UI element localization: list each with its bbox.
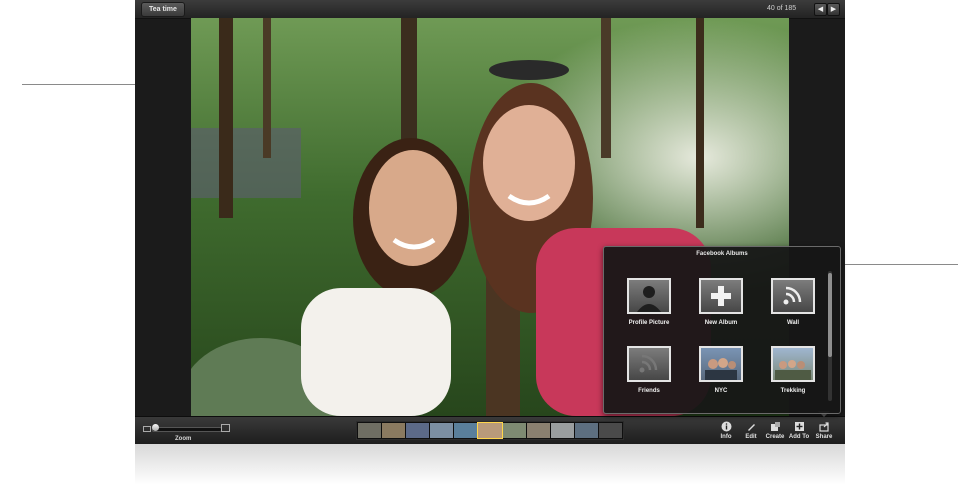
zoom-slider[interactable]	[152, 427, 222, 432]
callout-line-left	[22, 84, 142, 85]
filmstrip-thumbnail[interactable]	[430, 423, 454, 438]
add-to-button[interactable]: Add To	[787, 421, 811, 440]
filmstrip-thumbnail[interactable]	[526, 423, 550, 438]
filmstrip-thumbnail[interactable]	[454, 423, 478, 438]
callout-line-right	[840, 264, 958, 265]
popover-scrollbar-thumb[interactable]	[828, 273, 832, 357]
right-arrow-icon: ▶	[830, 6, 837, 13]
filmstrip-thumbnail-selected[interactable]	[477, 422, 503, 439]
top-toolbar: Tea time 40 of 185 ◀ ▶	[135, 0, 845, 19]
zoom-in-icon[interactable]	[221, 424, 230, 432]
event-name-button[interactable]: Tea time	[141, 2, 185, 17]
create-icon	[770, 422, 780, 431]
album-new-album[interactable]: New Album	[692, 278, 750, 326]
album-trekking[interactable]: Trekking	[764, 346, 822, 394]
filmstrip-thumbnail[interactable]	[358, 423, 382, 438]
zoom-out-icon[interactable]	[143, 426, 151, 432]
filmstrip-thumbnail[interactable]	[550, 423, 574, 438]
zoom-label: Zoom	[175, 436, 192, 442]
album-profile-picture[interactable]: Profile Picture	[620, 278, 678, 326]
info-button[interactable]: Info	[714, 421, 738, 440]
bottom-toolbar: Zoom Info Edit Create Add To Share	[135, 416, 845, 444]
feed-icon	[783, 286, 802, 305]
filmstrip-thumbnail[interactable]	[598, 423, 623, 438]
left-arrow-icon: ◀	[817, 6, 824, 13]
photo-counter: 40 of 185	[767, 5, 797, 12]
plus-icon	[711, 286, 731, 306]
edit-button[interactable]: Edit	[739, 421, 763, 440]
pencil-icon	[747, 424, 755, 431]
next-photo-button[interactable]: ▶	[827, 3, 840, 16]
album-friends[interactable]: Friends	[620, 346, 678, 394]
share-icon	[818, 422, 829, 432]
filmstrip[interactable]	[356, 421, 624, 440]
album-wall[interactable]: Wall	[764, 278, 822, 326]
add-to-icon	[794, 422, 804, 431]
photo-stack-icon	[775, 360, 811, 380]
filmstrip-thumbnail[interactable]	[382, 423, 406, 438]
info-icon	[721, 421, 731, 432]
window-reflection	[135, 444, 845, 485]
zoom-slider-knob[interactable]	[152, 424, 159, 431]
filmstrip-thumbnail[interactable]	[574, 423, 598, 438]
create-button[interactable]: Create	[763, 421, 787, 440]
filmstrip-thumbnail[interactable]	[406, 423, 430, 438]
filmstrip-thumbnail[interactable]	[502, 423, 526, 438]
album-nyc[interactable]: NYC	[692, 346, 750, 394]
previous-photo-button[interactable]: ◀	[814, 3, 827, 16]
share-button[interactable]: Share	[812, 421, 836, 440]
facebook-albums-popover: Facebook Albums Profile Picture New Albu…	[603, 246, 841, 414]
popover-title: Facebook Albums	[696, 251, 748, 257]
feed-icon	[639, 354, 658, 373]
person-silhouette-icon	[637, 286, 661, 312]
photo-stack-icon	[705, 358, 737, 380]
